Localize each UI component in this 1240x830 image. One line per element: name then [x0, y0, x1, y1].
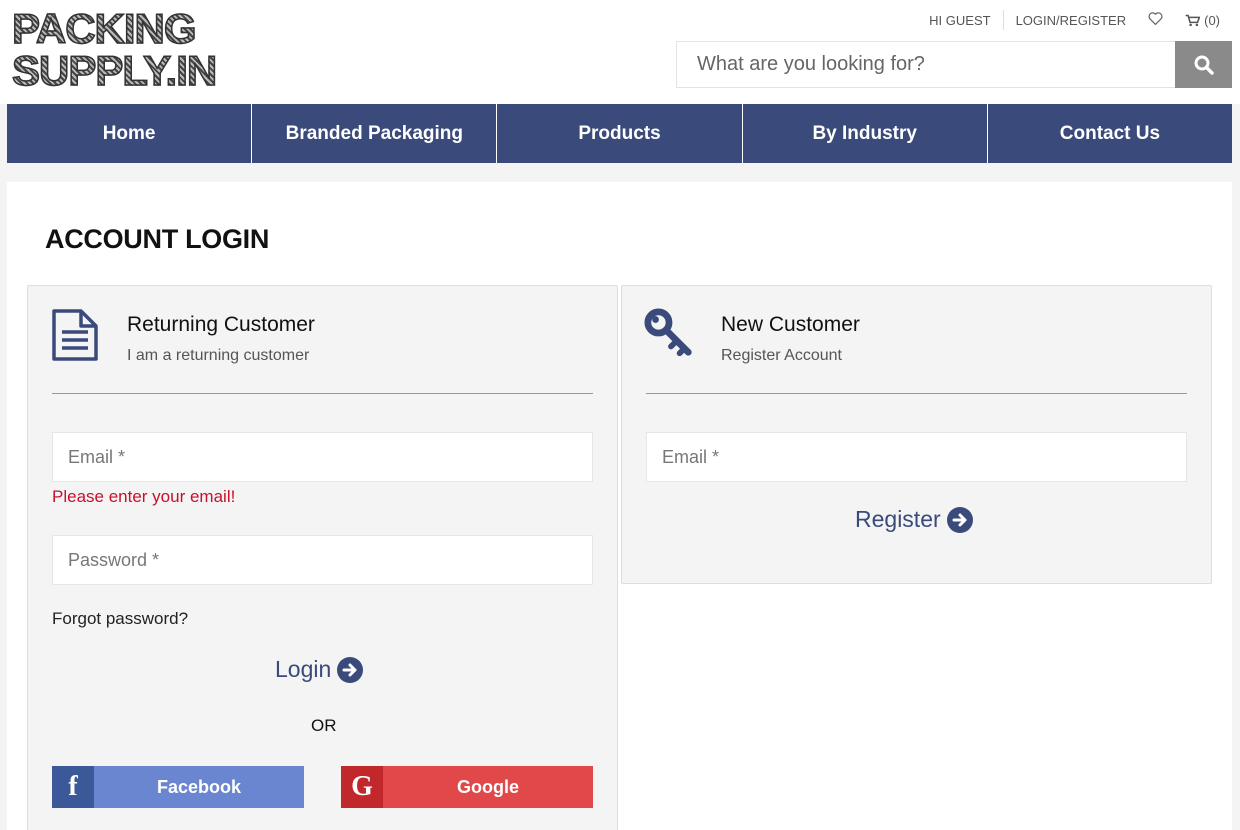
facebook-icon: f	[52, 766, 94, 808]
panel-divider	[52, 393, 593, 394]
new-customer-subtitle: Register Account	[721, 347, 842, 364]
google-button-label: Google	[457, 776, 519, 797]
nav-item-by-industry[interactable]: By Industry	[743, 104, 988, 163]
email-error-message: Please enter your email!	[52, 487, 236, 506]
login-email-field[interactable]	[52, 432, 593, 482]
facebook-button-label: Facebook	[156, 776, 242, 797]
heart-icon[interactable]	[1148, 12, 1163, 28]
google-icon: G	[341, 766, 383, 808]
main-content: ACCOUNT LOGIN Returning Customer I am a …	[7, 182, 1232, 830]
forgot-password-link[interactable]: Forgot password?	[52, 609, 188, 629]
nav-item-branded-packaging[interactable]: Branded Packaging	[252, 104, 498, 163]
arrow-circle-right-icon	[946, 506, 973, 533]
site-logo[interactable]: PACKING SUPPLY.IN	[11, 7, 240, 94]
login-register-link[interactable]: LOGIN/REGISTER	[1016, 13, 1127, 28]
search-bar	[676, 41, 1232, 88]
topbar-divider	[1002, 10, 1004, 30]
returning-customer-subtitle: I am a returning customer	[127, 347, 310, 364]
greeting-text: HI GUEST	[929, 12, 991, 28]
or-separator: OR	[311, 716, 337, 735]
facebook-login-button[interactable]: f Facebook	[52, 766, 304, 808]
cart-count: (0)	[1204, 12, 1220, 28]
logo-line-1: PACKING	[11, 7, 240, 51]
login-button-label: Login	[275, 656, 332, 682]
register-button-label: Register	[855, 506, 941, 532]
returning-customer-panel: Returning Customer I am a returning cust…	[27, 285, 618, 830]
search-input[interactable]	[676, 41, 1175, 88]
login-button[interactable]: Login	[275, 656, 364, 683]
search-icon	[1194, 55, 1214, 75]
returning-customer-title: Returning Customer	[127, 313, 315, 336]
register-email-field[interactable]	[646, 432, 1187, 482]
login-password-field[interactable]	[52, 535, 593, 585]
main-nav: Home Branded Packaging Products By Indus…	[7, 104, 1232, 163]
nav-item-home[interactable]: Home	[7, 104, 253, 163]
cart-link[interactable]: (0)	[1185, 13, 1220, 28]
new-customer-title: New Customer	[721, 313, 860, 336]
panel-divider	[646, 393, 1187, 394]
register-button[interactable]: Register	[855, 506, 973, 533]
nav-item-products[interactable]: Products	[497, 104, 743, 163]
arrow-circle-right-icon	[337, 656, 364, 683]
nav-item-contact-us[interactable]: Contact Us	[988, 104, 1232, 163]
logo-line-2: SUPPLY.IN	[11, 49, 240, 93]
cart-icon	[1185, 14, 1201, 26]
new-customer-panel: New Customer Register Account Register	[621, 285, 1212, 584]
page-title: ACCOUNT LOGIN	[45, 224, 270, 254]
search-button[interactable]	[1175, 41, 1232, 88]
top-bar: HI GUEST LOGIN/REGISTER (0)	[929, 10, 1220, 30]
site-header: PACKING SUPPLY.IN HI GUEST LOGIN/REGISTE…	[0, 0, 1240, 104]
key-icon	[644, 308, 692, 357]
google-login-button[interactable]: G Google	[341, 766, 593, 808]
document-icon	[52, 309, 98, 361]
